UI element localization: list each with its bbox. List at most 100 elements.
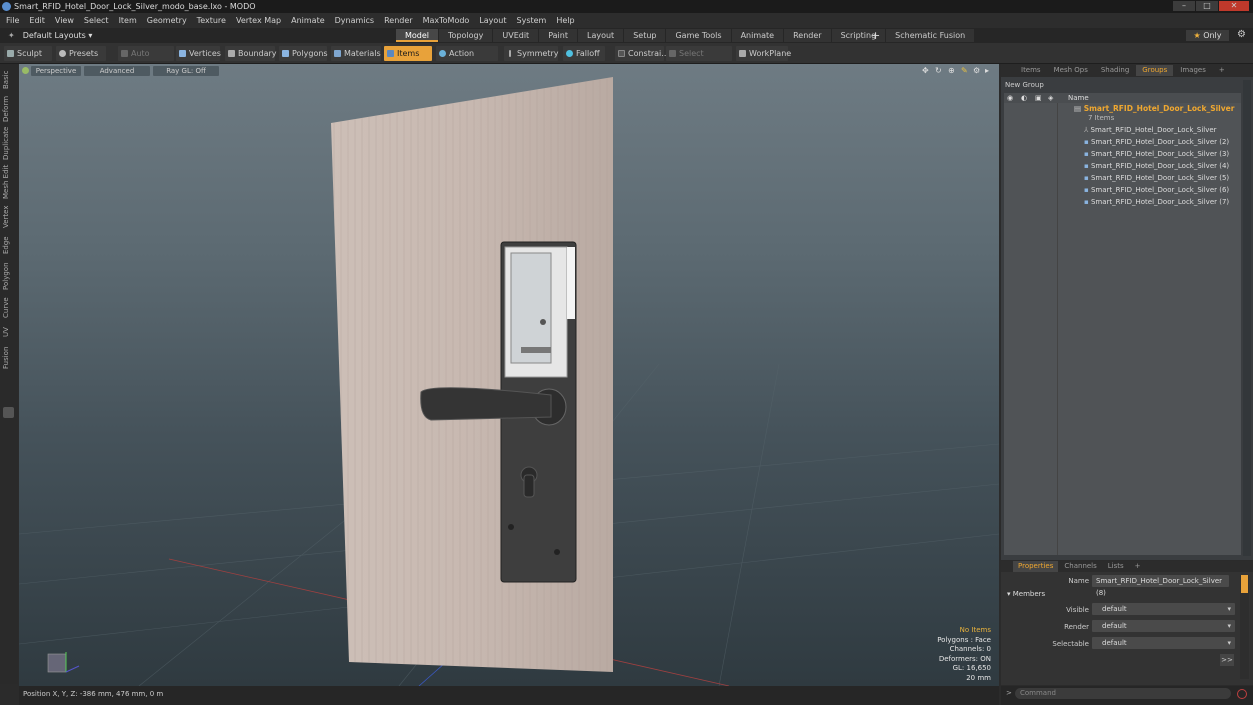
falloff-button[interactable]: Falloff xyxy=(563,46,605,61)
panel-scrollbar[interactable] xyxy=(1243,80,1251,556)
tab-paint[interactable]: Paint xyxy=(539,29,577,42)
tab-uv[interactable]: UV xyxy=(2,324,16,340)
menu-edit[interactable]: Edit xyxy=(29,16,45,25)
expand-button[interactable]: >> xyxy=(1220,654,1234,666)
select-icon[interactable]: ◈ xyxy=(1048,94,1053,102)
render-icon[interactable]: ◐ xyxy=(1021,94,1027,102)
3d-viewport[interactable]: Perspective Advanced Ray GL: Off ✥ ↻ ⊕ ✎… xyxy=(19,64,999,686)
viewport-gear-icon[interactable]: ⚙ xyxy=(973,66,980,75)
menu-system[interactable]: System xyxy=(517,16,547,25)
list-item[interactable]: ⅄ Smart_RFID_Hotel_Door_Lock_Silver xyxy=(1084,126,1217,134)
tab-layout[interactable]: Layout xyxy=(577,29,624,42)
new-group-button[interactable]: New Group xyxy=(1005,81,1044,89)
close-button[interactable]: ✕ xyxy=(1219,1,1249,11)
edit-icon[interactable]: ✎ xyxy=(961,66,968,75)
menu-view[interactable]: View xyxy=(55,16,74,25)
tab-shading[interactable]: Shading xyxy=(1095,65,1135,76)
tab-render[interactable]: Render xyxy=(784,29,831,42)
constrain-button[interactable]: Constrai... xyxy=(615,46,669,61)
list-item[interactable]: ▪ Smart_RFID_Hotel_Door_Lock_Silver (2) xyxy=(1084,138,1229,146)
perspective-button[interactable]: Perspective xyxy=(31,66,81,76)
add-tab-button[interactable]: + xyxy=(871,29,880,42)
tab-vertex[interactable]: Vertex xyxy=(2,204,16,230)
tab-images[interactable]: Images xyxy=(1174,65,1212,76)
viewport-expand-icon[interactable]: ▸ xyxy=(985,66,989,75)
gear-icon[interactable]: ⚙ xyxy=(1237,29,1246,40)
tab-schematic-fusion[interactable]: Schematic Fusion xyxy=(886,29,975,42)
visible-dropdown[interactable]: default ▾ xyxy=(1092,603,1235,615)
tab-fusion[interactable]: Fusion xyxy=(2,344,16,372)
list-item[interactable]: ▪ Smart_RFID_Hotel_Door_Lock_Silver (3) xyxy=(1084,150,1229,158)
raygl-button[interactable]: Ray GL: Off xyxy=(153,66,219,76)
pan-icon[interactable]: ✥ xyxy=(922,66,929,75)
menu-texture[interactable]: Texture xyxy=(197,16,226,25)
boundary-button[interactable]: Boundary xyxy=(225,46,277,61)
materials-button[interactable]: Materials xyxy=(331,46,381,61)
members-section[interactable]: ▾ Members xyxy=(1007,590,1045,598)
tab-items[interactable]: Items xyxy=(1015,65,1047,76)
list-item[interactable]: ▪ Smart_RFID_Hotel_Door_Lock_Silver (4) xyxy=(1084,162,1229,170)
list-item[interactable]: ▪ Smart_RFID_Hotel_Door_Lock_Silver (5) xyxy=(1084,174,1229,182)
sculpt-button[interactable]: Sculpt xyxy=(4,46,52,61)
viewport-options-icon[interactable] xyxy=(22,67,29,74)
tab-setup[interactable]: Setup xyxy=(624,29,666,42)
only-button[interactable]: ★ Only xyxy=(1186,30,1229,41)
tab-polygon[interactable]: Polygon xyxy=(2,260,16,292)
tab-basic[interactable]: Basic xyxy=(2,68,16,92)
record-icon[interactable] xyxy=(1237,689,1247,699)
action-center-button[interactable]: Action Center xyxy=(436,46,498,73)
menu-help[interactable]: Help xyxy=(556,16,574,25)
tab-deform[interactable]: Deform xyxy=(2,96,16,122)
menu-layout[interactable]: Layout xyxy=(479,16,506,25)
list-item[interactable]: ▪ Smart_RFID_Hotel_Door_Lock_Silver (7) xyxy=(1084,198,1229,206)
tab-model[interactable]: Model xyxy=(396,29,439,42)
eye-icon[interactable]: ◉ xyxy=(1007,94,1013,102)
group-root-item[interactable]: ▤ Smart_RFID_Hotel_Door_Lock_Silver xyxy=(1074,104,1234,113)
menu-render[interactable]: Render xyxy=(384,16,412,25)
tab-lists[interactable]: Lists xyxy=(1103,561,1129,572)
menu-animate[interactable]: Animate xyxy=(291,16,325,25)
menu-dynamics[interactable]: Dynamics xyxy=(335,16,374,25)
advanced-button[interactable]: Advanced xyxy=(84,66,150,76)
tab-game-tools[interactable]: Game Tools xyxy=(666,29,731,42)
tab-uvedit[interactable]: UVEdit xyxy=(493,29,539,42)
polygons-button[interactable]: Polygons xyxy=(279,46,328,61)
tab-groups[interactable]: Groups xyxy=(1136,65,1174,76)
tab-animate[interactable]: Animate xyxy=(731,29,784,42)
items-button[interactable]: Items xyxy=(384,46,432,61)
tab-channels[interactable]: Channels xyxy=(1059,561,1101,572)
add-properties-tab-button[interactable]: + xyxy=(1130,561,1146,572)
symmetry-button[interactable]: Symmetry xyxy=(504,46,558,61)
maximize-button[interactable]: □ xyxy=(1196,1,1218,11)
add-panel-tab-button[interactable]: + xyxy=(1213,65,1231,76)
menu-item[interactable]: Item xyxy=(119,16,137,25)
render-dropdown[interactable]: default ▾ xyxy=(1092,620,1235,632)
lock-icon[interactable]: ▣ xyxy=(1035,94,1042,102)
presets-button[interactable]: Presets xyxy=(56,46,106,61)
name-field[interactable]: Smart_RFID_Hotel_Door_Lock_Silver (8) xyxy=(1092,575,1229,597)
vertices-button[interactable]: Vertices xyxy=(176,46,221,61)
tab-mesh-ops[interactable]: Mesh Ops xyxy=(1048,65,1094,76)
menu-geometry[interactable]: Geometry xyxy=(147,16,187,25)
menu-select[interactable]: Select xyxy=(84,16,109,25)
select-through-button[interactable]: Select Through xyxy=(666,46,732,73)
zoom-icon[interactable]: ⊕ xyxy=(948,66,955,75)
tab-curve[interactable]: Curve xyxy=(2,296,16,320)
tab-properties[interactable]: Properties xyxy=(1013,561,1059,572)
panel-toggle-icon[interactable] xyxy=(3,407,14,418)
tab-topology[interactable]: Topology xyxy=(439,29,493,42)
list-item[interactable]: ▪ Smart_RFID_Hotel_Door_Lock_Silver (6) xyxy=(1084,186,1229,194)
tab-duplicate[interactable]: Duplicate xyxy=(2,126,16,160)
menu-file[interactable]: File xyxy=(6,16,19,25)
tab-edge[interactable]: Edge xyxy=(2,234,16,256)
command-input[interactable]: Command xyxy=(1015,688,1231,699)
minimize-button[interactable]: – xyxy=(1173,1,1195,11)
side-tab-active[interactable] xyxy=(1241,575,1248,593)
tab-mesh-edit[interactable]: Mesh Edit xyxy=(2,164,16,200)
layouts-dropdown[interactable]: ✦ Default Layouts ▾ xyxy=(8,28,92,43)
rotate-icon[interactable]: ↻ xyxy=(935,66,942,75)
workplane-button[interactable]: WorkPlane xyxy=(736,46,791,61)
menu-vertex-map[interactable]: Vertex Map xyxy=(236,16,281,25)
name-column-header[interactable]: Name xyxy=(1068,94,1089,102)
selectable-dropdown[interactable]: default ▾ xyxy=(1092,637,1235,649)
